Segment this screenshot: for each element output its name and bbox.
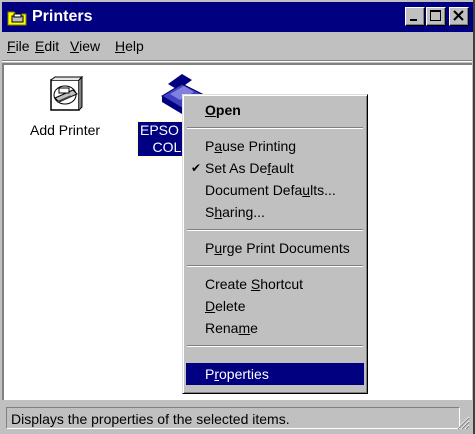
- status-text: Displays the properties of the selected …: [6, 407, 460, 429]
- ctx-separator: [187, 229, 363, 231]
- printers-window: Printers File Edit View Help Add Printer: [0, 0, 475, 434]
- ctx-separator: [187, 345, 363, 347]
- menu-view[interactable]: View: [70, 37, 100, 55]
- ctx-document-defaults[interactable]: Document Defaults...: [186, 179, 364, 201]
- ctx-rename[interactable]: Rename: [186, 317, 364, 339]
- title-bar[interactable]: Printers: [2, 2, 473, 32]
- minimize-button[interactable]: [405, 7, 425, 26]
- menubar-divider: [2, 60, 472, 62]
- ctx-sharing[interactable]: Sharing...: [186, 201, 364, 223]
- ctx-separator: [187, 127, 363, 129]
- add-printer-label[interactable]: Add Printer: [30, 122, 100, 139]
- menu-bar: File Edit View Help: [2, 33, 472, 59]
- ctx-properties[interactable]: Properties: [186, 363, 364, 385]
- ctx-create-shortcut[interactable]: Create Shortcut: [186, 273, 364, 295]
- ctx-purge-print-documents[interactable]: Purge Print Documents: [186, 237, 364, 259]
- menu-help[interactable]: Help: [115, 37, 144, 55]
- resize-grip-icon[interactable]: [456, 416, 470, 430]
- add-printer-icon[interactable]: [45, 75, 85, 116]
- ctx-separator: [187, 265, 363, 267]
- ctx-open[interactable]: Open: [186, 99, 364, 121]
- maximize-button[interactable]: [426, 7, 446, 26]
- menu-file[interactable]: File: [7, 37, 30, 55]
- ctx-pause-printing[interactable]: Pause Printing: [186, 135, 364, 157]
- status-bar: Displays the properties of the selected …: [2, 404, 472, 432]
- close-button[interactable]: [449, 7, 469, 26]
- ctx-delete[interactable]: Delete: [186, 295, 364, 317]
- printers-folder-icon: [7, 7, 27, 27]
- epson-printer-label[interactable]: EPSO COL(: [137, 121, 189, 157]
- window-title: Printers: [32, 8, 93, 25]
- context-menu: Open Pause Printing ✔ Set As Default Doc…: [182, 94, 368, 394]
- menu-edit[interactable]: Edit: [35, 37, 59, 55]
- checkmark-icon: ✔: [191, 161, 202, 175]
- ctx-set-as-default[interactable]: ✔ Set As Default: [186, 157, 364, 179]
